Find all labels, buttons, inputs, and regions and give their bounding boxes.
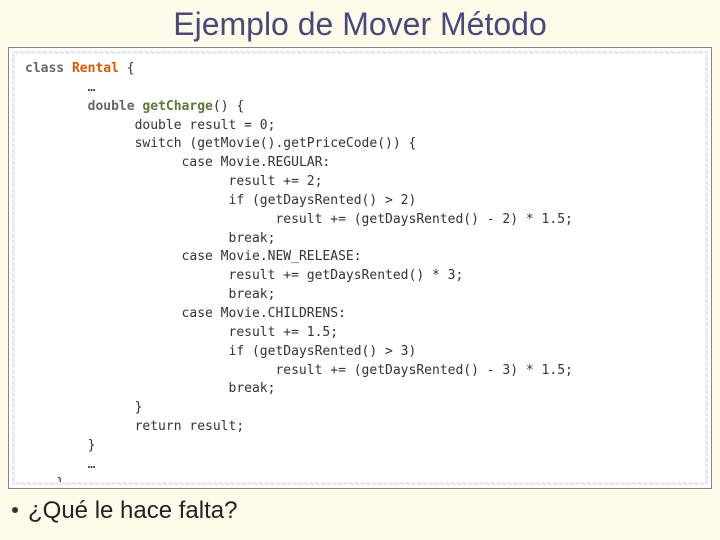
code-line: break; (229, 381, 276, 396)
method-sig: () { (213, 99, 244, 114)
code-line: break; (229, 231, 276, 246)
keyword-double: double (88, 99, 135, 114)
code-line: result += (getDaysRented() - 2) * 1.5; (275, 212, 572, 227)
code-line: result += (getDaysRented() - 3) * 1.5; (275, 363, 572, 378)
keyword-class: class (25, 61, 64, 76)
code-border: class Rental { … double getCharge() { do… (12, 51, 708, 485)
bullet-text: ¿Qué le hace falta? (28, 497, 237, 524)
ellipsis: … (88, 80, 96, 95)
code-line: result += 2; (229, 174, 323, 189)
code-line: case Movie.REGULAR: (182, 155, 331, 170)
method-name: getCharge (142, 99, 212, 114)
class-name: Rental (72, 61, 119, 76)
code-line: result += getDaysRented() * 3; (229, 268, 464, 283)
code-content: class Rental { … double getCharge() { do… (15, 54, 705, 482)
code-line: if (getDaysRented() > 2) (229, 193, 417, 208)
code-line: result += 1.5; (229, 325, 339, 340)
code-line: case Movie.NEW_RELEASE: (182, 249, 362, 264)
ellipsis: … (88, 457, 96, 472)
code-line: } (88, 438, 96, 453)
code-line: } (135, 400, 143, 415)
code-block: class Rental { … double getCharge() { do… (8, 47, 712, 489)
code-line: switch (getMovie().getPriceCode()) { (135, 136, 417, 151)
brace: { (119, 61, 135, 76)
bullet-dot-icon (12, 507, 18, 513)
code-line: if (getDaysRented() > 3) (229, 344, 417, 359)
slide-title: Ejemplo de Mover Método (0, 0, 720, 47)
code-line: return result; (135, 419, 245, 434)
code-line: } (56, 476, 64, 482)
bullet-item: ¿Qué le hace falta? (0, 489, 720, 525)
code-line: case Movie.CHILDRENS: (182, 306, 346, 321)
code-line: double result = 0; (135, 118, 276, 133)
code-line: break; (229, 287, 276, 302)
